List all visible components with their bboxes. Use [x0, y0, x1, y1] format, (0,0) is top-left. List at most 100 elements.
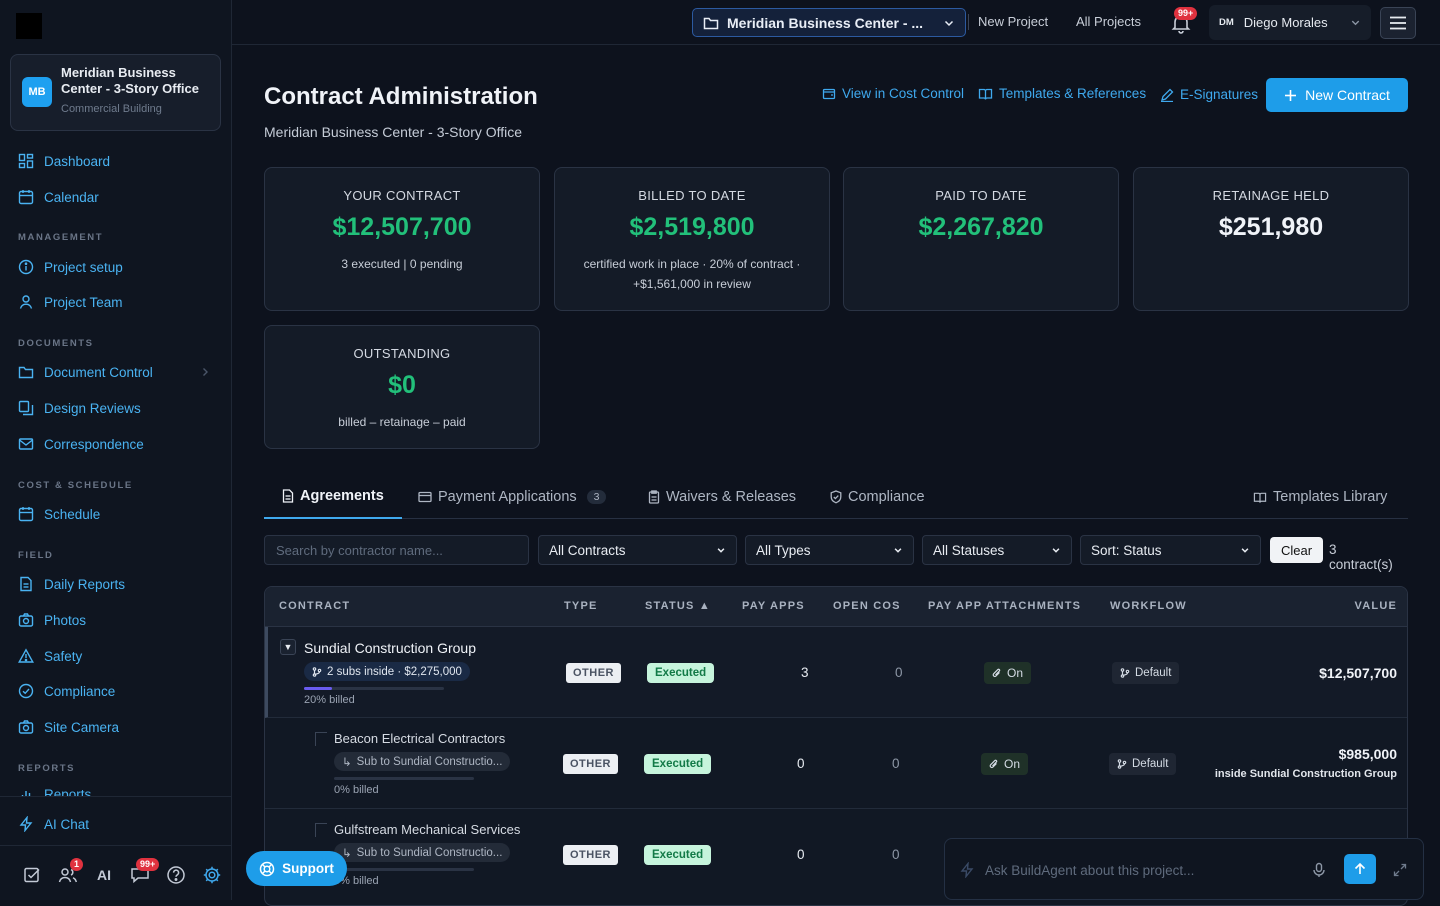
hamburger-menu-button[interactable] [1380, 7, 1416, 39]
sidebar-item-photos[interactable]: Photos [18, 610, 218, 630]
sidebar-item-project-team[interactable]: Project Team [18, 292, 218, 312]
tab-label: Compliance [848, 489, 925, 505]
sidebar-item-label: AI Chat [44, 816, 90, 832]
sidebar-item-design-reviews[interactable]: Design Reviews [18, 398, 218, 418]
tab-label: Waivers & Releases [666, 489, 797, 505]
table-row[interactable]: ▼ Sundial Construction Group 2 subs insi… [265, 627, 1407, 718]
workflow-badge[interactable]: Default [1109, 753, 1177, 775]
sidebar-item-ai-chat[interactable]: AI Chat [18, 814, 218, 834]
attachments-toggle[interactable]: On [981, 753, 1029, 775]
all-projects-link[interactable]: All Projects [1076, 14, 1141, 29]
link-label: View in Cost Control [842, 86, 965, 101]
column-header-pay-apps[interactable]: PAY APPS [742, 600, 805, 612]
contracts-filter-select[interactable]: All Contracts [538, 535, 737, 565]
sidebar-item-dashboard[interactable]: Dashboard [18, 151, 218, 171]
card-label: BILLED TO DATE [638, 188, 746, 203]
clear-filters-button[interactable]: Clear [1270, 537, 1324, 563]
sidebar-item-daily-reports[interactable]: Daily Reports [18, 574, 218, 594]
card-label: YOUR CONTRACT [343, 188, 461, 203]
parent-chip[interactable]: ↳ Sub to Sundial Constructio... [334, 752, 511, 771]
card-value: $2,519,800 [629, 213, 755, 241]
sidebar: MB Meridian Business Center - 3-Story Of… [0, 0, 232, 900]
e-signatures-link[interactable]: E-Signatures [1160, 87, 1258, 102]
send-button[interactable] [1344, 854, 1376, 884]
sidebar-item-schedule[interactable]: Schedule [18, 504, 218, 524]
ai-label: AI [97, 867, 111, 883]
tab-compliance[interactable]: Compliance [830, 475, 925, 519]
app-logo[interactable] [16, 13, 42, 39]
sidebar-item-safety[interactable]: Safety [18, 646, 218, 666]
view-cost-control-link[interactable]: View in Cost Control [822, 86, 964, 101]
types-filter-select[interactable]: All Types [745, 535, 914, 565]
people-button[interactable]: 1 [50, 858, 86, 888]
sort-select[interactable]: Sort: Status [1080, 535, 1261, 565]
subs-chip[interactable]: 2 subs inside · $2,275,000 [304, 662, 470, 681]
table-row[interactable]: Beacon Electrical Contractors ↳ Sub to S… [265, 718, 1407, 809]
parent-chip[interactable]: ↳ Sub to Sundial Constructio... [334, 843, 511, 862]
statuses-filter-select[interactable]: All Statuses [922, 535, 1072, 565]
sidebar-item-label: Project Team [44, 294, 123, 310]
templates-references-link[interactable]: Templates & References [978, 86, 1146, 101]
type-badge: OTHER [563, 845, 618, 865]
sidebar-item-label: Photos [44, 612, 87, 628]
main-content: Contract Administration Meridian Busines… [232, 45, 1440, 906]
chip-label: Sub to Sundial Constructio... [356, 755, 503, 768]
sidebar-item-reports[interactable]: Reports [18, 787, 218, 796]
contract-name[interactable]: Beacon Electrical Contractors [334, 731, 505, 746]
help-icon [167, 866, 185, 884]
new-project-link[interactable]: New Project [978, 14, 1048, 29]
billed-percent: 20% billed [304, 694, 355, 706]
tasks-button[interactable] [14, 862, 50, 888]
tab-agreements[interactable]: Agreements [264, 475, 402, 519]
attachments-state: On [1007, 666, 1024, 680]
card-your-contract: YOUR CONTRACT $12,507,700 3 executed | 0… [264, 167, 540, 311]
tab-templates-library[interactable]: Templates Library [1253, 475, 1387, 519]
expand-icon[interactable] [1393, 863, 1407, 877]
support-button[interactable]: Support [246, 851, 347, 886]
sidebar-item-calendar[interactable]: Calendar [18, 187, 218, 207]
column-header-open-cos[interactable]: OPEN COS [833, 600, 901, 612]
project-switcher[interactable]: Meridian Business Center - ... [692, 8, 966, 37]
contract-name[interactable]: Gulfstream Mechanical Services [334, 822, 520, 837]
sidebar-item-label: Reports [44, 787, 92, 796]
contract-name[interactable]: Sundial Construction Group [304, 640, 476, 656]
column-header-attachments[interactable]: PAY APP ATTACHMENTS [928, 600, 1081, 612]
tab-payment-applications[interactable]: Payment Applications 3 [418, 475, 607, 519]
branch-icon [312, 666, 322, 677]
card-value: $12,507,700 [332, 213, 472, 241]
attachments-state: On [1004, 757, 1021, 771]
search-input[interactable]: Search by contractor name... [264, 535, 529, 565]
sidebar-item-project-setup[interactable]: Project setup [18, 257, 218, 277]
project-card[interactable]: MB Meridian Business Center - 3-Story Of… [10, 54, 221, 131]
tab-waivers-releases[interactable]: Waivers & Releases [648, 475, 796, 519]
settings-button[interactable] [194, 862, 230, 888]
arrow-up-icon [1354, 862, 1366, 874]
column-header-workflow[interactable]: WORKFLOW [1110, 600, 1187, 612]
user-menu[interactable]: DM Diego Morales [1209, 5, 1371, 40]
expand-toggle[interactable]: ▼ [280, 639, 296, 655]
calendar-icon [18, 190, 34, 205]
sidebar-item-document-control[interactable]: Document Control [18, 362, 218, 382]
status-badge: Executed [644, 845, 712, 865]
attachments-toggle[interactable]: On [984, 662, 1032, 684]
new-contract-button[interactable]: New Contract [1266, 78, 1408, 112]
shield-check-icon [830, 490, 842, 504]
help-button[interactable] [158, 862, 194, 888]
sidebar-item-correspondence[interactable]: Correspondence [18, 434, 218, 454]
sidebar-item-compliance[interactable]: Compliance [18, 681, 218, 701]
column-header-contract[interactable]: CONTRACT [279, 600, 350, 612]
column-header-value[interactable]: VALUE [1355, 600, 1397, 612]
workflow-badge[interactable]: Default [1112, 662, 1180, 684]
column-header-type[interactable]: TYPE [564, 600, 598, 612]
ai-button[interactable]: AI [86, 862, 122, 888]
tab-label: Agreements [300, 488, 384, 504]
sidebar-item-site-camera[interactable]: Site Camera [18, 717, 218, 737]
avatar: DM [1219, 17, 1234, 28]
sidebar-bottom-toolbar: 1 AI 99+ [14, 858, 230, 888]
messages-button[interactable]: 99+ [122, 858, 160, 888]
microphone-icon[interactable] [1311, 862, 1327, 878]
camera-icon [18, 720, 34, 734]
column-header-status[interactable]: STATUS ▲ [645, 600, 711, 612]
card-label: RETAINAGE HELD [1212, 188, 1330, 203]
chip-label: Sub to Sundial Constructio... [356, 846, 503, 859]
